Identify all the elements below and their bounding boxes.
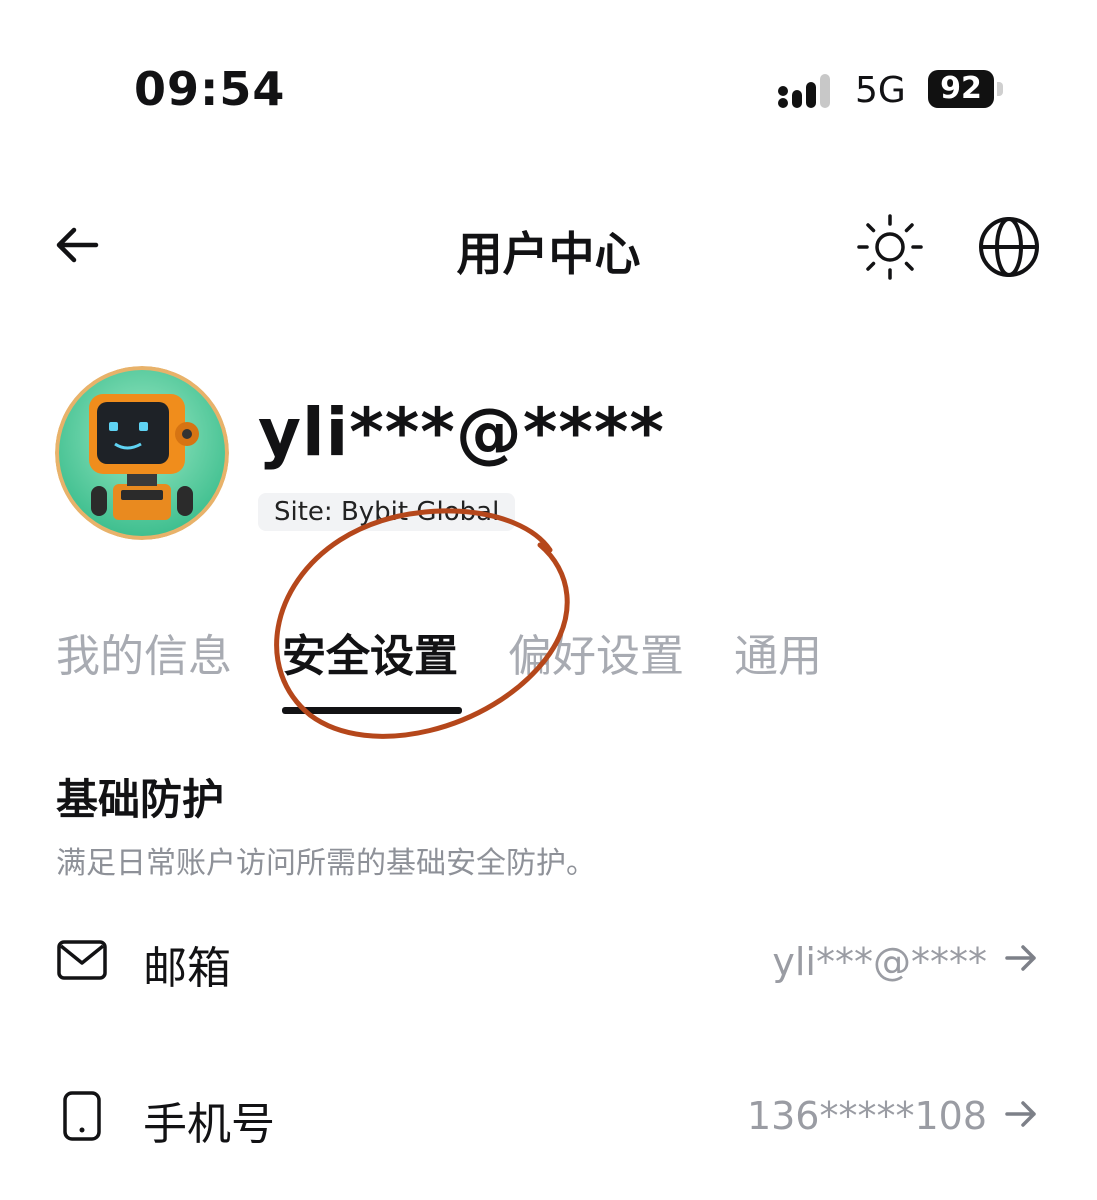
phone-value: 136*****108 [746, 1094, 987, 1138]
email-value: yli***@**** [772, 940, 987, 984]
robot-icon [55, 366, 229, 540]
email-label: 邮箱 [143, 943, 231, 994]
site-badge: Site: Bybit Global [258, 493, 516, 531]
section-title: 基础防护 [56, 775, 225, 824]
active-tab-indicator [282, 707, 462, 714]
battery-cap [997, 82, 1003, 96]
avatar [55, 366, 229, 540]
arrow-right-icon [1005, 1101, 1036, 1127]
signal-icon [778, 74, 830, 108]
tab-preferences[interactable]: 偏好设置 [508, 620, 684, 684]
tab-my-info[interactable]: 我的信息 [56, 620, 232, 684]
network-type: 5G [855, 70, 906, 111]
username: yli***@**** [258, 394, 665, 471]
phone-row[interactable]: 手机号 136*****108 [0, 1076, 1097, 1156]
arrow-right-icon [1005, 945, 1036, 971]
tab-general[interactable]: 通用 [734, 620, 822, 684]
phone-label: 手机号 [143, 1099, 275, 1150]
page-title: 用户中心 [456, 227, 641, 281]
email-row[interactable]: 邮箱 yli***@**** [0, 920, 1097, 1000]
section-description: 满足日常账户访问所需的基础安全防护。 [56, 846, 596, 881]
status-time: 09:54 [134, 62, 286, 116]
phone-icon [63, 1091, 101, 1141]
mail-icon [57, 940, 107, 980]
tab-security-settings[interactable]: 安全设置 [282, 620, 458, 684]
sun-icon[interactable] [855, 212, 925, 282]
battery-level: 92 [928, 70, 994, 108]
globe-icon[interactable] [976, 214, 1042, 280]
